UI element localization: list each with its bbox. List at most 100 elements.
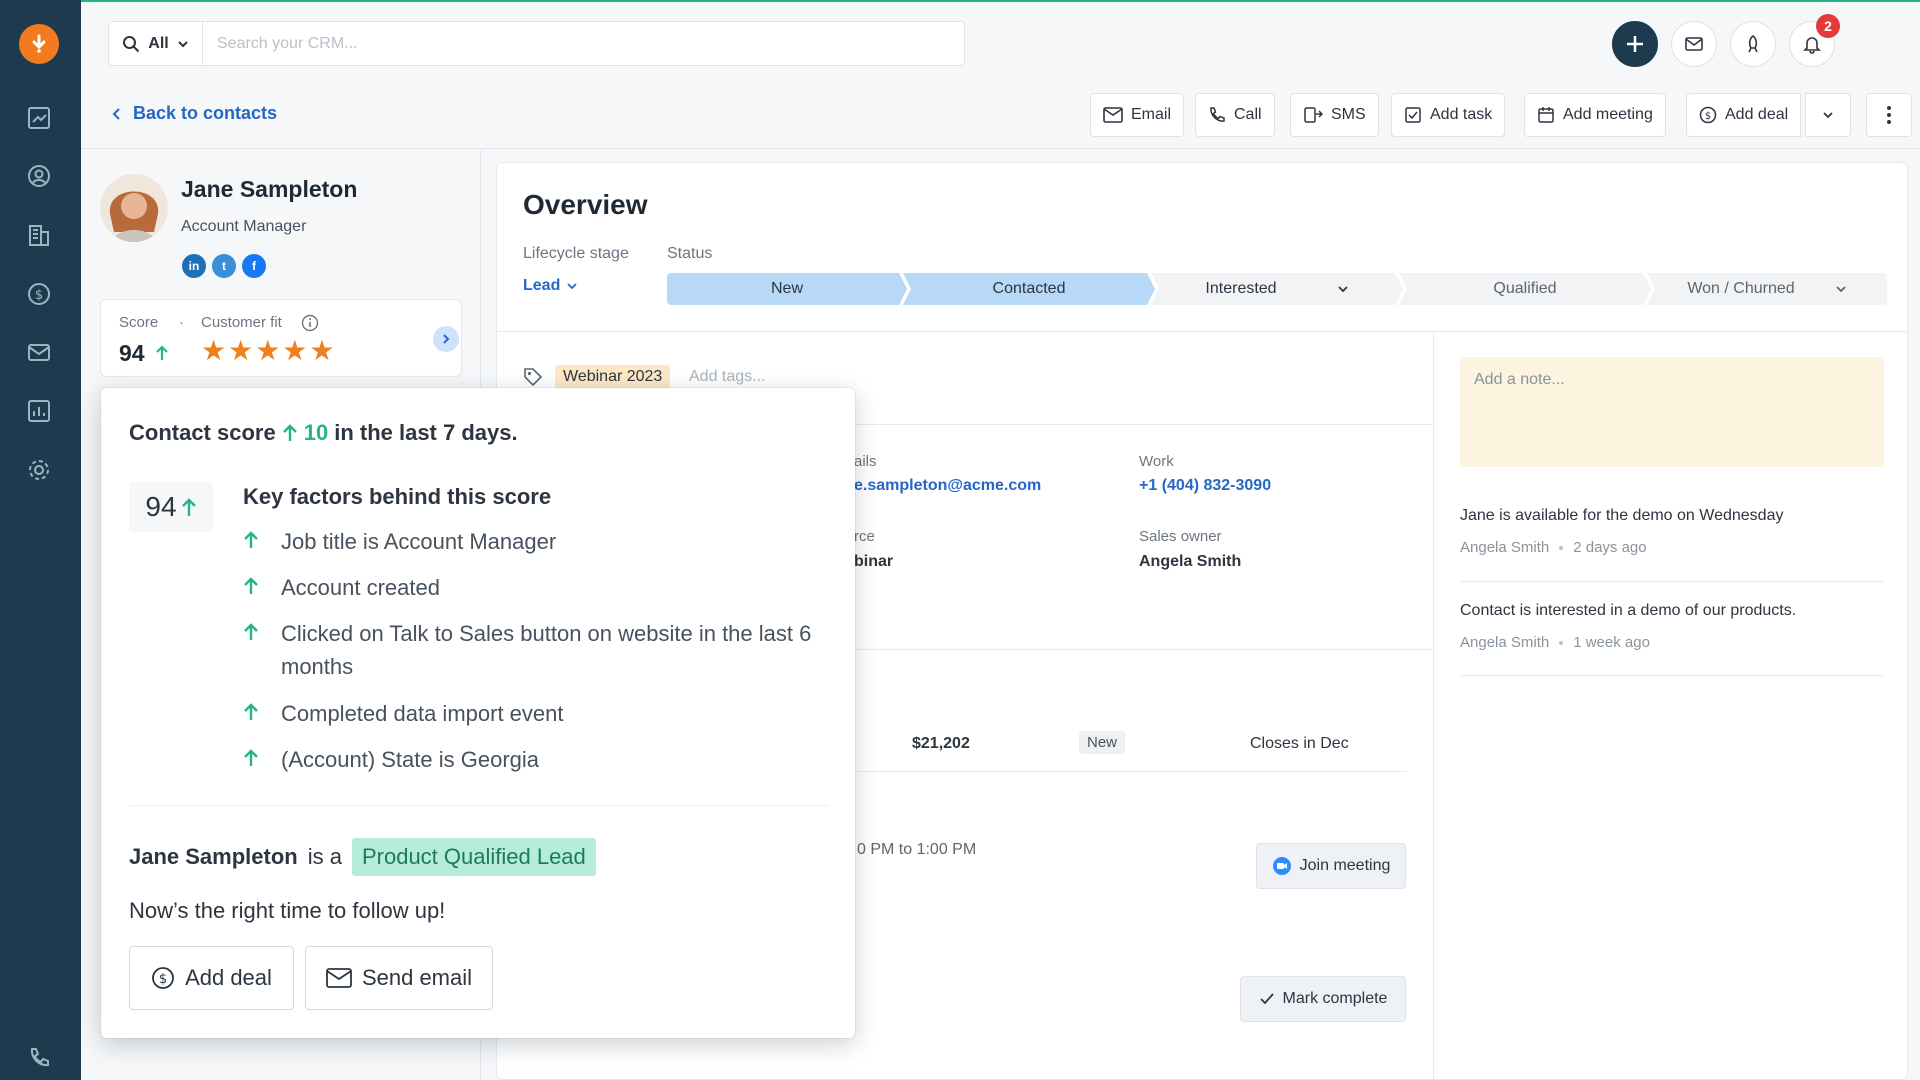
status-stage-contacted[interactable]: Contacted [903, 273, 1155, 305]
emails-label: ails [854, 453, 877, 470]
deals-icon[interactable]: $ [24, 279, 54, 309]
task-icon [1405, 107, 1421, 123]
sales-owner-label: Sales owner [1139, 528, 1222, 545]
dashboard-icon[interactable] [24, 103, 54, 133]
back-to-contacts-link[interactable]: Back to contacts [111, 103, 277, 124]
status-stage-interested[interactable]: Interested [1151, 273, 1403, 305]
svg-text:$: $ [35, 288, 43, 303]
popover-add-deal-button[interactable]: $ Add deal [129, 946, 294, 1010]
note-author: Angela Smith [1460, 539, 1550, 556]
dollar-icon: $ [152, 967, 174, 989]
linkedin-icon[interactable]: in [182, 254, 206, 278]
arrow-up-icon [244, 623, 258, 640]
action-bar: Back to contacts Email Call SMS Add task… [81, 83, 1920, 149]
twitter-icon[interactable]: t [212, 254, 236, 278]
arrow-up-icon [156, 345, 168, 360]
call-button[interactable]: Call [1195, 93, 1275, 137]
notifications-button[interactable]: 2 [1789, 14, 1840, 67]
source-label: rce [854, 528, 875, 545]
chevron-down-icon [1836, 286, 1846, 293]
contact-name: Jane Sampleton [181, 176, 358, 202]
mail-icon[interactable] [24, 337, 54, 367]
add-tags-input[interactable]: Add tags... [689, 368, 766, 386]
mark-complete-label: Mark complete [1282, 990, 1388, 1007]
score-label: Score [119, 314, 159, 331]
more-actions-button[interactable] [1866, 93, 1912, 137]
stage-label: New [770, 280, 803, 297]
add-deal-button-label: Add deal [1725, 106, 1789, 123]
facebook-icon[interactable]: f [242, 254, 266, 278]
work-phone-label: Work [1139, 453, 1174, 470]
chevron-left-icon [112, 107, 120, 120]
search-input[interactable]: Search your CRM... [203, 35, 964, 53]
app-logo[interactable] [19, 24, 59, 64]
status-label: Status [667, 245, 713, 262]
contacts-icon[interactable] [24, 161, 54, 191]
score-factor-text: Completed data import event [281, 701, 564, 726]
meeting-time: 0 PM to 1:00 PM [857, 841, 977, 858]
email-button[interactable]: Email [1090, 93, 1185, 137]
divider [129, 805, 829, 806]
search-bar: All Search your CRM... [108, 21, 965, 66]
work-phone-link[interactable]: +1 (404) 832-3090 [1139, 477, 1271, 495]
add-meeting-button-label: Add meeting [1563, 106, 1653, 123]
popover-send-email-button[interactable]: Send email [305, 946, 493, 1010]
email-link[interactable]: e.sampleton@acme.com [854, 477, 1041, 495]
search-scope-select[interactable]: All [109, 22, 203, 65]
score-factor-text: Clicked on Talk to Sales button on websi… [281, 621, 812, 679]
notification-badge: 2 [1816, 14, 1840, 38]
chevron-down-icon [178, 40, 188, 47]
add-task-button[interactable]: Add task [1391, 93, 1506, 137]
status-stage-qualified[interactable]: Qualified [1399, 273, 1651, 305]
join-meeting-button[interactable]: Join meeting [1256, 843, 1406, 889]
popover-heading: Contact score 10 in the last 7 days. [129, 420, 518, 446]
score-factor: Job title is Account Manager [243, 525, 823, 558]
join-meeting-label: Join meeting [1299, 857, 1391, 874]
lifecycle-stage-select[interactable]: Lead [523, 277, 578, 295]
customer-fit-stars: ★★★★★ [201, 337, 337, 365]
call-button-label: Call [1234, 106, 1262, 123]
stage-label: Interested [1205, 280, 1277, 297]
status-stage-new[interactable]: New [667, 273, 907, 305]
calendar-icon [1538, 107, 1554, 123]
stage-label: Qualified [1493, 280, 1557, 297]
divider [1433, 331, 1434, 1079]
separator-dot: · [179, 314, 184, 331]
note-meta: Angela Smith 2 days ago [1460, 539, 1647, 556]
note-text: Contact is interested in a demo of our p… [1460, 602, 1797, 619]
pql-contact-name: Jane Sampleton [129, 844, 298, 869]
status-stage-won-churned[interactable]: Won / Churned [1647, 273, 1887, 305]
mail-icon [1685, 37, 1703, 51]
add-deal-dropdown-button[interactable] [1805, 93, 1851, 137]
score-value: 94 [119, 340, 145, 366]
accounts-icon[interactable] [24, 220, 54, 250]
add-deal-button[interactable]: $ Add deal [1686, 93, 1802, 137]
score-card[interactable]: Score · Customer fit 94 ★★★★★ [100, 299, 462, 377]
video-icon [1272, 857, 1291, 875]
sms-button-label: SMS [1331, 106, 1366, 123]
launch-button[interactable] [1730, 21, 1776, 67]
arrow-up-icon [244, 703, 258, 720]
mail-button[interactable] [1671, 21, 1717, 67]
arrow-up-icon [244, 577, 258, 594]
phone-icon[interactable] [24, 1043, 54, 1073]
score-expand-button[interactable] [433, 326, 459, 352]
note-text: Jane is available for the demo on Wednes… [1460, 507, 1784, 524]
separator-dot [1559, 640, 1564, 645]
info-icon[interactable] [301, 314, 319, 332]
tag-chip[interactable]: Webinar 2023 [555, 365, 671, 389]
lifecycle-stage-label: Lifecycle stage [523, 245, 629, 262]
sms-button[interactable]: SMS [1290, 93, 1379, 137]
deal-close-date: Closes in Dec [1250, 735, 1349, 752]
reports-icon[interactable] [24, 396, 54, 426]
more-vertical-icon [1887, 106, 1891, 124]
add-meeting-button[interactable]: Add meeting [1524, 93, 1666, 137]
quick-add-button[interactable] [1612, 21, 1658, 67]
add-note-input[interactable]: Add a note... [1460, 357, 1884, 467]
arrow-up-icon [181, 498, 196, 516]
mark-complete-button[interactable]: Mark complete [1240, 976, 1406, 1022]
settings-icon[interactable] [24, 455, 54, 485]
arrow-up-icon [244, 749, 258, 766]
contact-job-title: Account Manager [181, 218, 307, 235]
note-meta: Angela Smith 1 week ago [1460, 634, 1650, 651]
